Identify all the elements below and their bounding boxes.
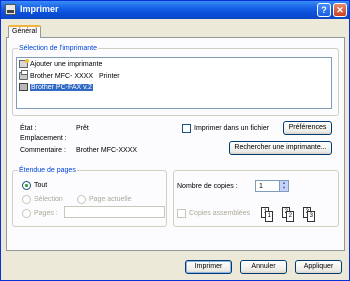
- printer-name: Brother PC-FAX v.2: [30, 84, 93, 91]
- spinner-down-icon[interactable]: ▼: [281, 186, 287, 190]
- current-page-radio[interactable]: [77, 195, 86, 204]
- fax-icon: [19, 83, 28, 92]
- printer-selection-group-label: Sélection de l'imprimante: [18, 44, 98, 53]
- apply-button[interactable]: Appliquer: [295, 260, 342, 274]
- printer-name: Ajouter une imprimante: [30, 61, 103, 68]
- printer-icon: [19, 70, 28, 81]
- pages-input[interactable]: [64, 206, 165, 218]
- collate-checkbox[interactable]: [177, 209, 186, 218]
- printer-icon: [5, 4, 16, 15]
- current-page-label[interactable]: Page actuelle: [89, 195, 131, 204]
- window-title: Imprimer: [20, 4, 59, 14]
- print-dialog: Imprimer ? ✕ Général Sélection de l'impr…: [0, 0, 350, 281]
- preferences-button[interactable]: Préférences: [283, 121, 332, 135]
- printer-list-item-selected[interactable]: Brother PC-FAX v.2: [19, 83, 93, 93]
- pages-label[interactable]: Pages :: [34, 209, 58, 218]
- status-label: État :: [20, 125, 37, 132]
- print-to-file-checkbox[interactable]: [182, 124, 191, 133]
- print-button[interactable]: Imprimer: [185, 260, 232, 274]
- add-printer-icon: [19, 59, 29, 69]
- selection-label[interactable]: Sélection: [34, 195, 63, 204]
- close-button[interactable]: ✕: [333, 3, 347, 17]
- selection-radio[interactable]: [22, 195, 31, 204]
- comment-label: Commentaire :: [20, 147, 66, 154]
- help-button[interactable]: ?: [317, 3, 331, 17]
- all-pages-radio[interactable]: [22, 181, 31, 190]
- all-pages-label[interactable]: Tout: [34, 181, 47, 190]
- copies-count-value: 1: [259, 183, 263, 190]
- collate-label[interactable]: Copies assemblées: [189, 209, 250, 218]
- printer-name: Brother MFC- XXXX: [30, 73, 94, 80]
- copies-count-label: Nombre de copies :: [177, 183, 238, 190]
- printer-type: Printer: [99, 73, 120, 80]
- printer-list-item[interactable]: Ajouter une imprimante: [19, 59, 103, 70]
- page-icon: 2: [286, 211, 294, 222]
- spinner-buttons: ▲ ▼: [279, 181, 288, 191]
- find-printer-button[interactable]: Rechercher une imprimante...: [229, 141, 332, 155]
- page-icon: 3: [307, 211, 315, 222]
- cancel-button[interactable]: Annuler: [240, 260, 287, 274]
- print-to-file-label[interactable]: Imprimer dans un fichier: [194, 124, 269, 133]
- page-icon: 1: [265, 211, 273, 222]
- tab-general[interactable]: Général: [8, 25, 41, 38]
- printer-list-item[interactable]: Brother MFC- XXXX Printer: [19, 70, 120, 82]
- location-label: Emplacement :: [20, 135, 67, 142]
- status-value: Prêt: [76, 125, 89, 132]
- comment-value: Brother MFC-XXXX: [76, 147, 138, 154]
- title-bar[interactable]: Imprimer ? ✕: [1, 1, 349, 19]
- printer-list[interactable]: Ajouter une imprimante Brother MFC- XXXX…: [16, 57, 332, 109]
- pages-radio[interactable]: [22, 209, 31, 218]
- copies-spinner[interactable]: 1 ▲ ▼: [255, 180, 289, 192]
- page-range-group-label: Étendue de pages: [18, 166, 77, 175]
